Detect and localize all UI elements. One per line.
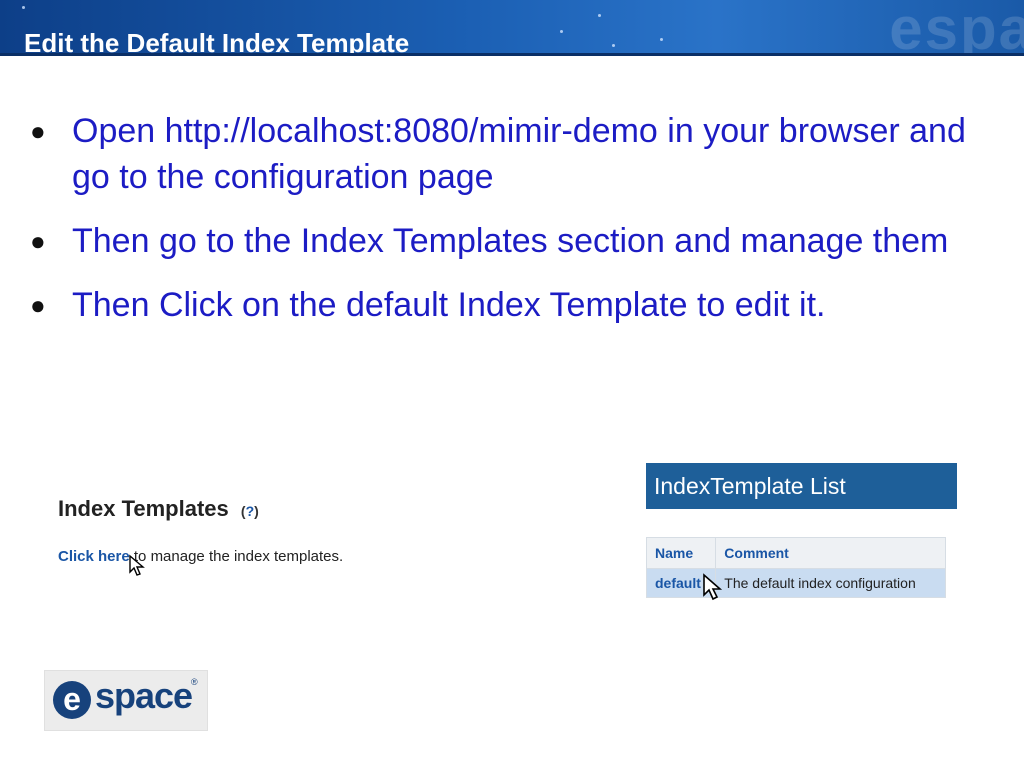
bullet-list: ● Open http://localhost:8080/mimir-demo … bbox=[30, 108, 990, 346]
template-comment: The default index configuration bbox=[715, 568, 946, 598]
index-template-list-screenshot: IndexTemplate List Name Comment default … bbox=[645, 463, 958, 613]
mouse-pointer-icon bbox=[129, 554, 145, 576]
column-header-name[interactable]: Name bbox=[645, 537, 717, 569]
star-dot bbox=[560, 30, 563, 33]
manage-templates-text: to manage the index templates. bbox=[129, 548, 344, 565]
star-dot bbox=[598, 14, 601, 17]
logo-e-mark: e bbox=[53, 681, 91, 719]
list-header: IndexTemplate List bbox=[646, 463, 957, 509]
bullet-item: ● Open http://localhost:8080/mimir-demo … bbox=[30, 108, 990, 200]
bullet-marker: ● bbox=[30, 226, 46, 256]
mouse-pointer-icon bbox=[703, 573, 723, 601]
registered-mark: ® bbox=[191, 677, 198, 687]
star-dot bbox=[22, 6, 25, 9]
index-templates-title: Index Templates bbox=[58, 496, 229, 521]
table-header-row: Name Comment bbox=[645, 537, 946, 569]
bullet-item: ● Then Click on the default Index Templa… bbox=[30, 282, 990, 328]
click-here-link[interactable]: Click here bbox=[58, 548, 130, 565]
manage-templates-line: Click here to manage the index templates… bbox=[58, 548, 343, 565]
bullet-text: Then go to the Index Templates section a… bbox=[72, 222, 949, 260]
slide-title: Edit the Default Index Template bbox=[24, 28, 410, 56]
table-spacer-row bbox=[646, 597, 946, 612]
bullet-marker: ● bbox=[30, 290, 46, 320]
title-banner: espa Edit the Default Index Template bbox=[0, 0, 1024, 56]
banner-underline bbox=[0, 53, 1024, 56]
espace-logo: e space ® bbox=[44, 670, 208, 731]
banner-watermark-logo: espa bbox=[889, 0, 1024, 56]
table-row[interactable]: default The default index configuration bbox=[645, 568, 946, 598]
index-templates-screenshot: Index Templates (?) Click here to manage… bbox=[44, 484, 464, 594]
help-question-mark[interactable]: ? bbox=[246, 503, 255, 519]
logo-text: space bbox=[95, 675, 193, 716]
index-templates-heading: Index Templates (?) bbox=[58, 496, 259, 522]
bullet-marker: ● bbox=[30, 116, 46, 146]
star-dot bbox=[612, 44, 615, 47]
bullet-item: ● Then go to the Index Templates section… bbox=[30, 218, 990, 264]
help-paren-close: ) bbox=[254, 503, 259, 519]
bullet-text: Open http://localhost:8080/mimir-demo in… bbox=[72, 112, 966, 196]
index-template-table: Name Comment default The default index c… bbox=[645, 537, 946, 612]
star-dot bbox=[660, 38, 663, 41]
bullet-text: Then Click on the default Index Template… bbox=[72, 286, 826, 324]
spacer-cell bbox=[715, 597, 946, 612]
column-header-comment[interactable]: Comment bbox=[715, 537, 946, 569]
help-link[interactable]: (?) bbox=[241, 503, 259, 519]
